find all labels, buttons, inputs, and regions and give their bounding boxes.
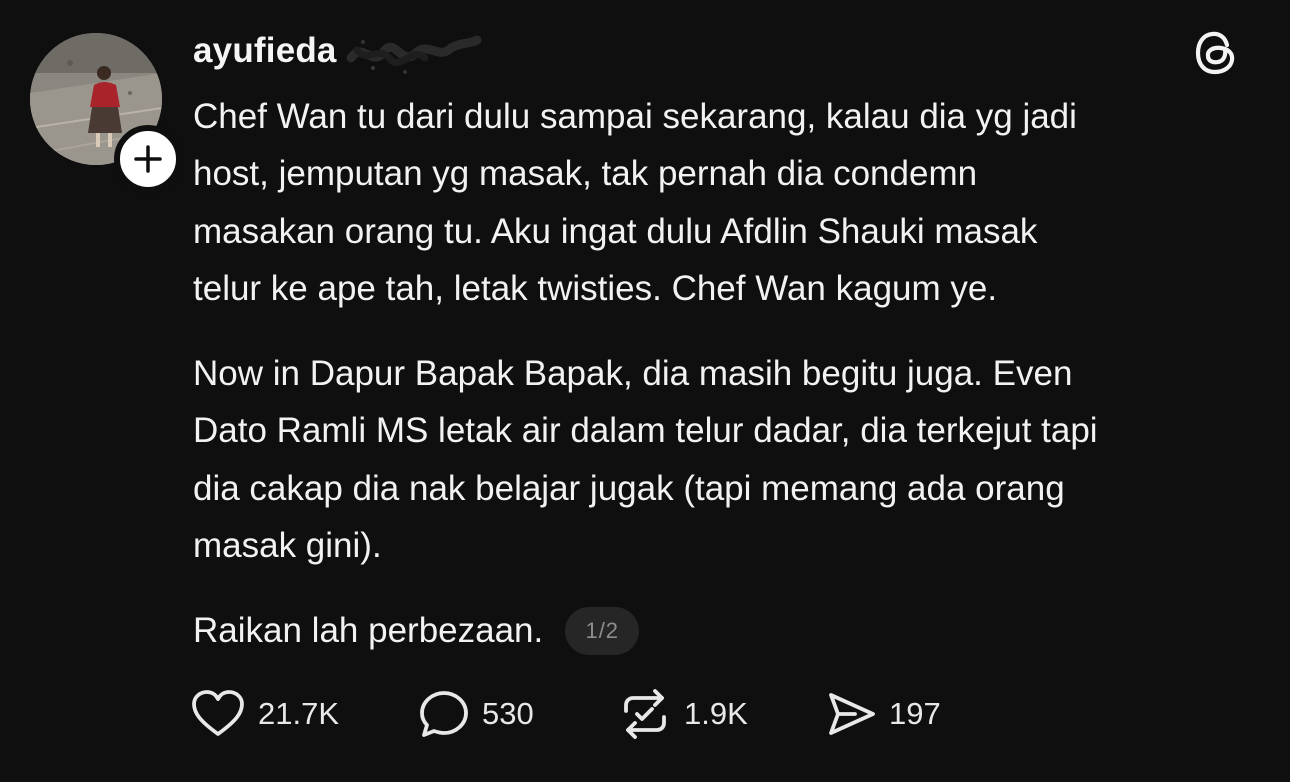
repost-count: 1.9K [684,696,748,731]
repost-icon [624,689,666,739]
redaction-scribble [346,35,482,74]
post-body: Chef Wan tu dari dulu sampai sekarang, k… [193,88,1268,660]
thread-post: ayufieda Chef Wan tu dari dulu sampai se… [0,0,1290,782]
send-icon [829,693,875,735]
reply-count: 530 [482,696,534,731]
share-button[interactable]: 197 [825,689,941,739]
plus-icon [134,145,162,173]
share-count: 197 [889,696,941,731]
author-header: ayufieda [193,26,483,76]
like-button[interactable]: 21.7K [190,689,418,739]
action-bar: 21.7K 530 1.9K 197 [190,688,941,740]
post-paragraph-2: Now in Dapur Bapak Bapak, dia masih begi… [193,354,1098,566]
repost-button[interactable]: 1.9K [618,689,825,739]
page-indicator-badge: 1/2 [565,607,640,656]
post-paragraph-3: Raikan lah perbezaan. [193,611,544,651]
post-paragraph-1: Chef Wan tu dari dulu sampai sekarang, k… [193,97,1077,308]
threads-logo-icon[interactable] [1190,26,1242,78]
speech-bubble-icon [420,691,468,737]
author-avatar-wrap [30,33,182,193]
author-username[interactable]: ayufieda [193,31,337,71]
post-last-line: Raikan lah perbezaan. 1/2 [193,602,1268,659]
like-count: 21.7K [258,696,340,731]
reply-button[interactable]: 530 [418,689,618,739]
follow-button[interactable] [114,125,182,193]
heart-icon [192,690,244,736]
